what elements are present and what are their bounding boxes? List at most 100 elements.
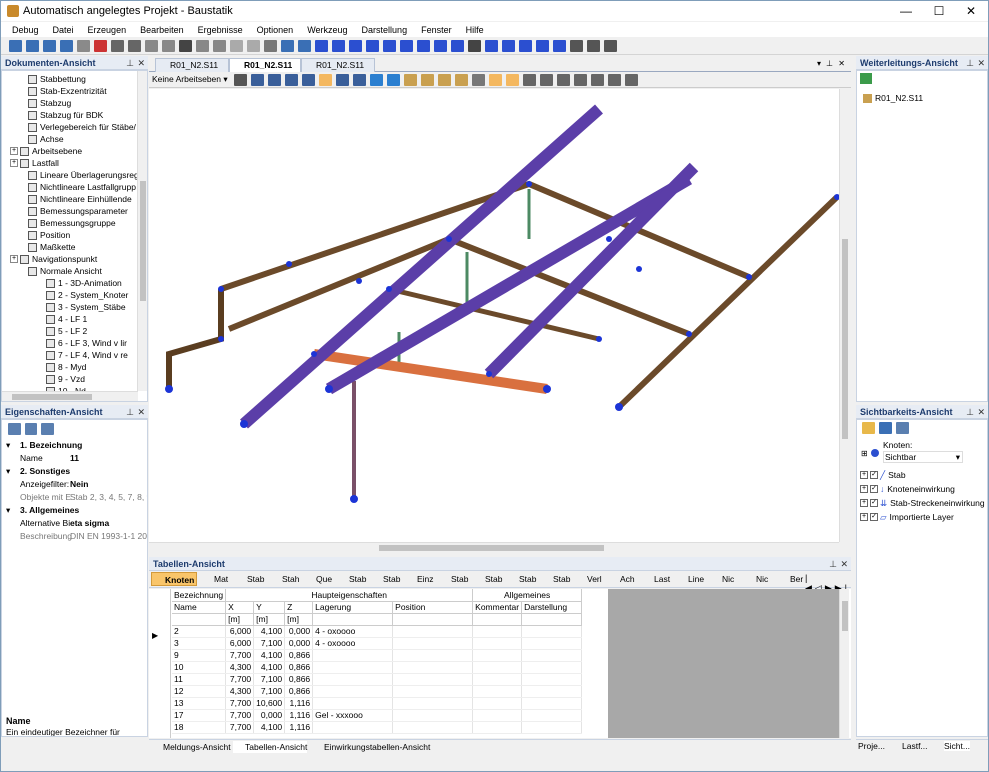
zoom-fit-icon[interactable] [335, 73, 349, 86]
table-cell[interactable]: Gel - xxxooo [312, 709, 394, 722]
tab-nic-1[interactable]: Nic [709, 572, 734, 586]
tree-item[interactable]: 1 - 3D-Animation [46, 277, 122, 289]
vis-item-stab[interactable]: + ✓ ╱ Stab [860, 468, 985, 482]
table-row[interactable]: 17 7,700 0,000 1,116 Gel - xxxooo [172, 709, 583, 722]
table-cell[interactable]: 4 - oxoooo [312, 625, 394, 638]
pin-icon[interactable]: ⊥ [966, 56, 974, 70]
table-cell[interactable] [392, 637, 474, 650]
table-cell[interactable]: 0,866 [284, 673, 314, 686]
tab-mat[interactable]: Mat [201, 572, 228, 586]
tree-item[interactable]: 4 - LF 1 [46, 313, 87, 325]
open-icon[interactable] [26, 39, 39, 52]
release-icon[interactable] [434, 39, 447, 52]
pin-icon[interactable]: ⊥ [829, 557, 837, 571]
property-pages-icon[interactable] [41, 423, 55, 435]
section-bezeichnung[interactable]: 1. Bezeichnung [20, 440, 82, 450]
pin-icon[interactable]: ⊥ [826, 59, 833, 68]
tab-r01-n2-s11-a[interactable]: R01_N2.S11 [155, 58, 229, 72]
tree-item[interactable]: 5 - LF 2 [46, 325, 87, 337]
close-icon[interactable]: ✕ [977, 56, 985, 70]
table-cell[interactable] [312, 685, 394, 698]
tab-r01-n2-s11-b[interactable]: R01_N2.S11 [301, 58, 375, 72]
table-cell[interactable]: 2 [172, 625, 227, 638]
close-button[interactable]: ✕ [955, 1, 987, 21]
table-cell[interactable]: 0,000 [253, 709, 286, 722]
table-cell[interactable]: 6,000 [225, 625, 255, 638]
view-side-icon[interactable] [420, 73, 434, 86]
tab-tabellen-ansicht[interactable]: Tabellen-Ansicht [233, 741, 308, 753]
table-cell[interactable]: 7,100 [253, 673, 286, 686]
menu-werkzeug[interactable]: Werkzeug [300, 25, 354, 35]
select3-icon[interactable] [604, 39, 617, 52]
table-cell[interactable]: 10,600 [253, 697, 286, 710]
print-icon[interactable] [77, 39, 90, 52]
table-cell[interactable] [472, 709, 523, 722]
tree-item[interactable]: Bemessungsgruppe [28, 217, 116, 229]
tab-einwirkungstabellen-ansicht[interactable]: Einwirkungstabellen-Ansicht [312, 741, 430, 753]
table-row[interactable]: 11 7,700 7,100 0,866 [172, 673, 583, 686]
load-icon[interactable] [383, 39, 396, 52]
workplane-dropdown[interactable]: Keine Arbeitseben ▾ [152, 74, 228, 85]
table-cell[interactable] [312, 649, 394, 662]
categorized-icon[interactable] [8, 423, 21, 435]
document-icon[interactable] [111, 39, 124, 52]
table-row[interactable]: 3 6,000 7,100 0,000 4 - oxoooo [172, 637, 583, 650]
tree-item[interactable]: Stab-Exzentrizität [28, 85, 107, 97]
shade-icon[interactable] [505, 73, 519, 86]
3d-viewport[interactable] [149, 89, 839, 542]
expand-icon[interactable]: ⊞ [861, 449, 868, 458]
save-icon[interactable] [43, 39, 56, 52]
tab-meldungs-ansicht[interactable]: Meldungs-Ansicht [151, 741, 231, 753]
table-cell[interactable]: 7,100 [253, 637, 286, 650]
table-cell[interactable] [392, 697, 474, 710]
tab-sichtbarkeit[interactable]: Sicht... [944, 741, 970, 751]
table-cell[interactable]: 18 [172, 721, 227, 734]
tree-item[interactable]: 3 - System_Stäbe [46, 301, 126, 313]
table-row[interactable]: 10 4,300 4,100 0,866 [172, 661, 583, 674]
forward-item[interactable]: R01_N2.S11 [863, 93, 923, 103]
table-cell[interactable]: 7,700 [225, 721, 255, 734]
table-cell[interactable] [312, 661, 394, 674]
table-cell[interactable] [392, 625, 474, 638]
tree-item[interactable]: Bemessungsparameter [28, 205, 128, 217]
prop-filter-value[interactable]: Nein [70, 479, 88, 489]
tree-item[interactable]: + Arbeitsebene [10, 145, 82, 157]
table-cell[interactable] [472, 673, 523, 686]
render-icon[interactable] [488, 73, 502, 86]
tree-item[interactable]: Verlegebereich für Stäbe/ [28, 121, 136, 133]
table-cell[interactable]: 0,000 [284, 637, 314, 650]
tree-item[interactable]: 9 - Vzd [46, 373, 85, 385]
zoom-out-icon[interactable] [284, 73, 298, 86]
chain2-icon[interactable] [519, 39, 532, 52]
tab-lastfaelle[interactable]: Lastf... [902, 741, 928, 751]
table-cell[interactable]: 9 [172, 649, 227, 662]
tab-r01-n2-s11-active[interactable]: R01_N2.S11 [229, 58, 301, 72]
table-cell[interactable] [392, 721, 474, 734]
column-header[interactable]: Name [172, 601, 227, 614]
table-cell[interactable]: 4,100 [253, 721, 286, 734]
table-cell[interactable] [521, 673, 583, 686]
folder-icon[interactable] [862, 422, 875, 434]
layers-icon[interactable] [573, 73, 587, 86]
select-icon[interactable] [570, 39, 583, 52]
section-view-icon[interactable] [590, 73, 604, 86]
table-cell[interactable]: 3 [172, 637, 227, 650]
prev-view-icon[interactable] [369, 73, 383, 86]
close-icon[interactable]: ✕ [840, 557, 848, 571]
table-cell[interactable]: 4,300 [225, 661, 255, 674]
support-icon[interactable] [400, 39, 413, 52]
screenshot-icon[interactable] [624, 73, 638, 86]
table-cell[interactable] [521, 649, 583, 662]
table-cell[interactable] [521, 709, 583, 722]
table-cell[interactable] [472, 721, 523, 734]
tab-stab-7[interactable]: Stab [540, 572, 571, 586]
tab-stab-2[interactable]: Stab [336, 572, 367, 586]
lighting-icon[interactable] [607, 73, 621, 86]
table-cell[interactable] [472, 625, 523, 638]
menu-bearbeiten[interactable]: Bearbeiten [133, 25, 191, 35]
viewport-hscroll[interactable] [149, 542, 839, 552]
table-cell[interactable]: 7,700 [225, 649, 255, 662]
menu-debug[interactable]: Debug [5, 25, 46, 35]
table-cell[interactable]: 4,100 [253, 625, 286, 638]
tab-stab-6[interactable]: Stab [506, 572, 537, 586]
